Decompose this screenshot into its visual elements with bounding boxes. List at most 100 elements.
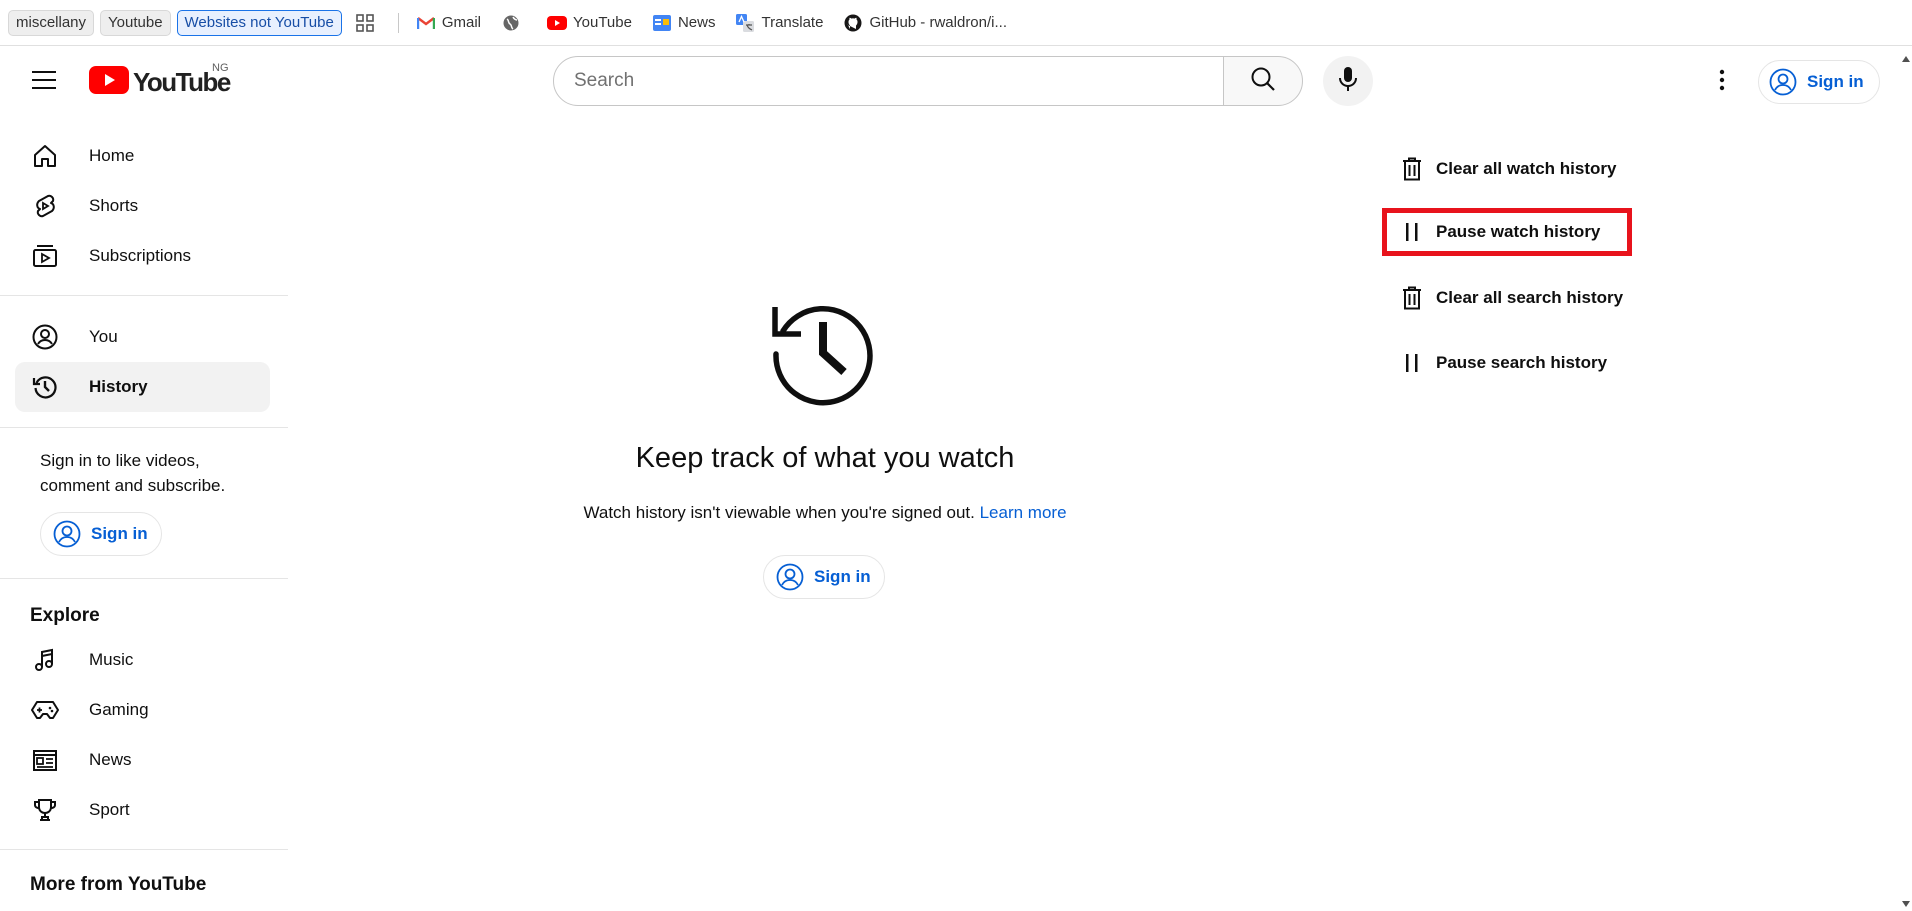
microphone-icon: [1338, 66, 1358, 97]
youtube-logo-icon: [89, 66, 129, 99]
github-icon: [843, 13, 863, 33]
bookmark-label: Gmail: [441, 14, 481, 31]
masthead: YouTube NG Sign in: [0, 46, 1912, 116]
search-icon: [1250, 66, 1276, 97]
sidebar-item-label: Subscriptions: [89, 246, 192, 265]
account-circle-icon: [1769, 68, 1797, 96]
bookmark-news[interactable]: News: [645, 10, 723, 36]
signin-button-sidebar[interactable]: Sign in: [40, 512, 162, 556]
gmail-icon: [416, 13, 436, 33]
bookmark-separator: [397, 12, 399, 33]
youtube-home-logo[interactable]: YouTube: [89, 66, 231, 99]
sidebar-item-music[interactable]: Music: [15, 635, 270, 685]
bookmark-label: YouTube: [573, 14, 632, 31]
sidebar-item-label: Home: [89, 146, 135, 165]
bookmark-label: Translate: [761, 14, 824, 31]
bookmark-label: Youtube: [108, 14, 163, 31]
voice-search-button[interactable]: [1323, 56, 1373, 106]
gaming-icon: [31, 696, 59, 724]
sidebar-item-label: You: [89, 327, 118, 346]
sidebar-item-shorts[interactable]: Shorts: [15, 181, 270, 231]
shorts-icon: [31, 192, 59, 220]
clear-all-search-history-button[interactable]: Clear all search history: [1382, 274, 1632, 322]
action-label: Clear all search history: [1436, 288, 1624, 307]
bookmark-gmail[interactable]: Gmail: [409, 10, 488, 36]
bookmark-miscellany[interactable]: miscellany: [8, 9, 95, 36]
country-code: NG: [212, 62, 229, 74]
more-vertical-icon: [1719, 69, 1725, 96]
signin-button-main[interactable]: Sign in: [763, 555, 885, 599]
sidebar-item-home[interactable]: Home: [15, 131, 270, 181]
sidebar-item-history[interactable]: History: [15, 362, 270, 412]
bookmark-websites-not-youtube[interactable]: Websites not YouTube: [176, 9, 342, 36]
google-translate-icon: [735, 13, 755, 33]
trophy-icon: [31, 796, 59, 824]
settings-menu-button[interactable]: [1702, 62, 1742, 102]
bookmark-label: Websites not YouTube: [184, 14, 334, 31]
scrollbar-down-arrow[interactable]: [1900, 897, 1912, 907]
bookmark-youtube-folder[interactable]: Youtube: [100, 9, 171, 36]
explore-heading: Explore: [30, 605, 100, 626]
guide-sidebar: Home Shorts Subscriptions You History Si…: [0, 116, 288, 911]
sidebar-item-label: News: [89, 750, 132, 769]
signin-button-top[interactable]: Sign in: [1758, 60, 1880, 104]
bookmark-translate[interactable]: Translate: [728, 10, 830, 36]
globe-icon: [501, 13, 521, 33]
trash-icon: [1400, 157, 1424, 181]
action-label: Pause watch history: [1436, 222, 1601, 241]
bookmark-youtube[interactable]: YouTube: [540, 10, 639, 36]
account-circle-icon: [776, 563, 804, 591]
action-label: Pause search history: [1436, 353, 1608, 372]
signin-label: Sign in: [91, 524, 148, 543]
sidebar-divider: [0, 427, 288, 428]
search-input[interactable]: [574, 70, 1225, 92]
signin-label: Sign in: [814, 567, 871, 586]
pause-icon: [1400, 351, 1424, 375]
empty-state-title: Keep track of what you watch: [635, 442, 1015, 474]
history-large-icon: [768, 296, 878, 406]
bookmark-globe[interactable]: [494, 10, 534, 36]
account-circle-icon: [53, 520, 81, 548]
description-text: Watch history isn't viewable when you're…: [583, 503, 975, 522]
trash-icon: [1400, 286, 1424, 310]
bookmark-github[interactable]: GitHub - rwaldron/i...: [836, 10, 1014, 36]
apps-grid-icon: [355, 13, 375, 33]
sidebar-item-sport[interactable]: Sport: [15, 785, 270, 835]
pause-watch-history-button[interactable]: Pause watch history: [1382, 208, 1632, 256]
sidebar-item-label: Music: [89, 650, 134, 669]
learn-more-link[interactable]: Learn more: [980, 503, 1067, 522]
scrollbar-up-arrow[interactable]: [1900, 50, 1912, 62]
pause-icon: [1400, 220, 1424, 244]
signin-prompt-text: Sign in to like videos, comment and subs…: [40, 451, 226, 495]
hamburger-menu-icon: [32, 70, 56, 95]
account-icon: [31, 323, 59, 351]
sidebar-item-subscriptions[interactable]: Subscriptions: [15, 231, 270, 281]
action-label: Clear all watch history: [1436, 159, 1617, 178]
sidebar-item-you[interactable]: You: [15, 312, 270, 362]
sidebar-item-label: Gaming: [89, 700, 149, 719]
google-news-icon: [652, 13, 672, 33]
bookmark-apps[interactable]: [348, 10, 388, 36]
sidebar-item-label: Shorts: [89, 196, 139, 215]
sidebar-item-gaming[interactable]: Gaming: [15, 685, 270, 735]
youtube-logo-icon: [547, 13, 567, 33]
music-icon: [31, 646, 59, 674]
sidebar-divider: [0, 578, 288, 579]
sidebar-divider: [0, 849, 288, 850]
sidebar-item-news[interactable]: News: [15, 735, 270, 785]
news-icon: [31, 746, 59, 774]
sidebar-item-label: Sport: [89, 800, 130, 819]
more-from-youtube-heading: More from YouTube: [30, 874, 207, 895]
search-box[interactable]: [553, 56, 1226, 106]
search-button[interactable]: [1223, 56, 1303, 106]
sidebar-item-label: History: [89, 377, 148, 396]
bookmark-label: miscellany: [16, 14, 87, 31]
pause-search-history-button[interactable]: Pause search history: [1382, 339, 1632, 387]
guide-menu-button[interactable]: [24, 62, 64, 102]
clear-all-watch-history-button[interactable]: Clear all watch history: [1382, 145, 1632, 193]
empty-state-description: Watch history isn't viewable when you're…: [540, 503, 1110, 523]
bookmark-label: News: [677, 14, 716, 31]
history-icon: [31, 373, 59, 401]
bookmarks-bar: miscellany Youtube Websites not YouTube …: [0, 0, 1912, 46]
signin-label: Sign in: [1807, 72, 1864, 91]
